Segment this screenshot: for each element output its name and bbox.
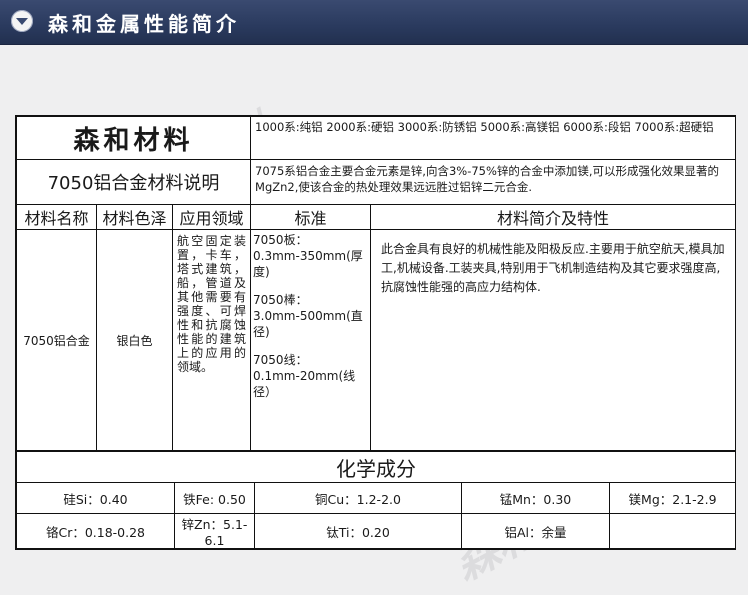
chevron-down-icon[interactable] (11, 10, 33, 32)
standard-bar: 7050棒： 3.0mm-500mm(直径) (253, 292, 368, 340)
chemistry-table: 化学成分 硅Si：0.40 铁Fe: 0.50 铜Cu：1.2-2.0 锰Mn：… (15, 451, 737, 549)
column-header-standard: 标准 (250, 204, 372, 230)
chem-cell: 锰Mn：0.30 (461, 482, 610, 514)
chem-cell: 镁Mg：2.1-2.9 (608, 482, 737, 514)
column-header-application: 应用领域 (171, 204, 252, 230)
standard-value: 0.1mm-20mm(线径） (253, 369, 356, 399)
standard-plate: 7050板： 0.3mm-350mm(厚度) (253, 232, 368, 280)
chem-cell (608, 513, 737, 549)
material-sheet: 森和材料 1000系:纯铝 2000系:硬铝 3000系:防锈铝 5000系:高… (15, 115, 737, 550)
column-header-name: 材料名称 (16, 204, 97, 230)
series-info: 1000系:纯铝 2000系:硬铝 3000系:防锈铝 5000系:高镁铝 60… (250, 116, 737, 160)
material-application: 航空固定装置，卡车，塔式建筑，船，管道及其他需要有强度、可焊性和抗腐蚀性能的建筑… (171, 229, 252, 451)
section-title: 森和金属性能简介 (48, 12, 240, 36)
standard-wire: 7050线： 0.1mm-20mm(线径） (253, 352, 368, 400)
chem-cell: 铜Cu：1.2-2.0 (254, 482, 462, 514)
brand-title: 森和材料 (15, 116, 252, 160)
material-color: 银白色 (96, 229, 173, 451)
product-description: 7075系铝合金主要合金元素是锌,向含3%-75%锌的合金中添加镁,可以形成强化… (250, 159, 737, 205)
standard-value: 3.0mm-500mm(直径) (253, 309, 363, 339)
section-header: 森和金属性能简介 (0, 0, 748, 45)
column-header-color: 材料色泽 (96, 204, 173, 230)
material-name: 7050铝合金 (16, 229, 97, 451)
standard-label: 7050棒： (253, 293, 308, 307)
material-table: 森和材料 1000系:纯铝 2000系:硬铝 3000系:防锈铝 5000系:高… (15, 116, 737, 451)
chem-cell: 锌Zn：5.1-6.1 (174, 513, 255, 549)
material-intro: 此合金具有良好的机械性能及阳极反应.主要用于航空航天,模具加工,机械设备.工装夹… (370, 229, 737, 451)
chem-cell: 铬Cr：0.18-0.28 (16, 513, 175, 549)
standard-value: 0.3mm-350mm(厚度) (253, 249, 363, 279)
product-title: 7050铝合金材料说明 (15, 159, 252, 205)
standard-label: 7050板： (253, 233, 308, 247)
chem-cell: 硅Si：0.40 (16, 482, 175, 514)
standard-label: 7050线： (253, 353, 308, 367)
chem-cell: 铝Al：余量 (461, 513, 610, 549)
material-standards: 7050板： 0.3mm-350mm(厚度) 7050棒： 3.0mm-500m… (250, 229, 372, 451)
chem-cell: 钛Ti：0.20 (254, 513, 462, 549)
column-header-intro: 材料简介及特性 (370, 204, 737, 230)
chemistry-title: 化学成分 (15, 451, 737, 483)
chem-cell: 铁Fe: 0.50 (174, 482, 255, 514)
